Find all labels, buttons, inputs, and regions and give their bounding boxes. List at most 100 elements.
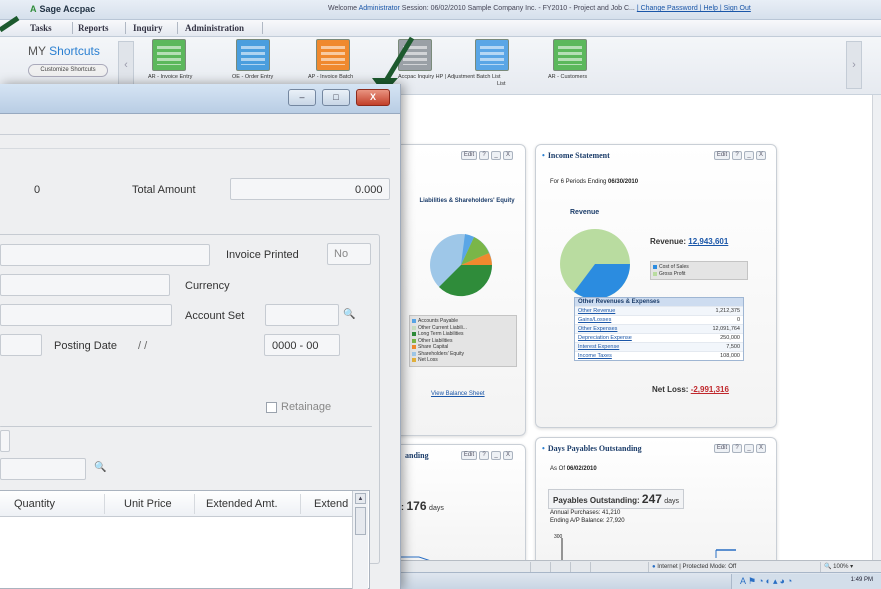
status-cell [570, 562, 590, 572]
invoice-printed-value: No [334, 248, 349, 260]
divider [0, 426, 372, 427]
col-divider [104, 494, 105, 514]
revenue-value-link[interactable]: 12,943,601 [688, 237, 728, 246]
widget-close-button[interactable]: X [503, 151, 513, 160]
minimize-button[interactable]: – [288, 89, 316, 106]
retainage-checkbox[interactable] [266, 402, 277, 413]
vendor-name-field[interactable] [0, 274, 170, 296]
tray-icons[interactable]: A⚑◔◐▴◕◔ [740, 576, 794, 587]
widget-help-button[interactable]: ? [732, 444, 742, 453]
revenue-stat: Revenue: 12,943,601 [650, 237, 729, 246]
legend-item: Net Loss [412, 357, 514, 364]
zoom-icon: 🔍 [824, 564, 832, 570]
grid-scrollbar[interactable]: ▲ [352, 491, 368, 589]
widget-help-button[interactable]: ? [479, 451, 489, 460]
bullet-icon: • [542, 444, 545, 453]
widget-close-button[interactable]: X [756, 444, 766, 453]
clock[interactable]: 1:49 PM [851, 577, 873, 583]
widget-edit-button[interactable]: Edit [461, 151, 477, 160]
scroll-up-icon[interactable]: ▲ [355, 493, 366, 504]
detail-grid: Quantity Unit Price Extended Amt. Extend… [0, 490, 370, 589]
zoom-level[interactable]: 🔍 100% ▾ [820, 562, 870, 572]
revenue-pie-chart [560, 229, 630, 299]
dso-stat: : 176 days [401, 499, 444, 513]
col-extended-amt[interactable]: Extended Amt. [206, 498, 278, 510]
widget-edit-button[interactable]: Edit [461, 451, 477, 460]
col-quantity[interactable]: Quantity [14, 498, 55, 510]
col-divider [194, 494, 195, 514]
invoice-printed-label: Invoice Printed [226, 249, 299, 261]
account-set-field[interactable] [265, 304, 339, 326]
document-date-field[interactable] [0, 334, 42, 356]
currency-label: Currency [185, 280, 230, 292]
windows-taskbar: A⚑◔◐▴◕◔ 1:49 PM [400, 572, 881, 589]
browser-statusbar: ● Internet | Protected Mode: Off 🔍 100% … [400, 560, 881, 572]
col-extended-cut[interactable]: Extend [314, 498, 348, 510]
posting-date-value[interactable]: / / [138, 340, 147, 352]
table-row: Depreciation Expense 250,000 [575, 333, 743, 342]
description-field[interactable] [0, 244, 210, 266]
divider [0, 134, 390, 135]
table-row: Interest Expense 7,500 [575, 342, 743, 351]
widget-edit-button[interactable]: Edit [714, 151, 730, 160]
page-scrollbar[interactable] [872, 95, 881, 560]
net-loss-value-link[interactable]: -2,991,316 [691, 385, 729, 394]
status-cell [550, 562, 570, 572]
legend-item: Gross Profit [653, 271, 745, 278]
grid-header: Quantity Unit Price Extended Amt. Extend [0, 491, 352, 517]
distribution-search-icon[interactable]: 🔍 [94, 462, 106, 473]
table-row: Gains/Losses 0 [575, 315, 743, 324]
year-period-value: 0000 - 00 [272, 340, 319, 352]
table-row: Other Revenue 1,212,375 [575, 306, 743, 315]
bullet-icon: • [542, 151, 545, 160]
status-cell [590, 562, 610, 572]
dpo-widget: • Days Payables Outstanding Edit ? _ X As… [535, 437, 777, 573]
widget-title: • Income Statement [542, 151, 610, 160]
divider [0, 148, 390, 149]
widget-edit-button[interactable]: Edit [714, 444, 730, 453]
widget-title: anding [405, 451, 429, 460]
widget-help-button[interactable]: ? [732, 151, 742, 160]
dpo-title: Days Payables Outstanding [547, 444, 642, 453]
payables-stat: Payables Outstanding: 247 days [548, 489, 684, 509]
distribution-field[interactable] [0, 458, 86, 480]
widget-minimize-button[interactable]: _ [744, 444, 754, 453]
arrow-down-icon [381, 36, 415, 86]
widget-minimize-button[interactable]: _ [491, 451, 501, 460]
balance-sheet-widget: Edit ? _ X Liabilities & Shareholders' E… [388, 144, 526, 436]
terms-field[interactable] [0, 430, 10, 452]
balance-legend: Accounts Payable Other Current Liabili..… [409, 315, 517, 367]
liabilities-pie-chart [430, 234, 493, 297]
scroll-thumb[interactable] [355, 507, 366, 535]
table-row: Other Expenses 12,091,764 [575, 324, 743, 333]
close-button[interactable]: X [356, 89, 390, 106]
arrow-left-icon [0, 15, 20, 33]
net-loss-stat: Net Loss: -2,991,316 [652, 385, 729, 394]
widget-close-button[interactable]: X [756, 151, 766, 160]
widget-minimize-button[interactable]: _ [491, 151, 501, 160]
table-title: Other Revenues & Expenses [575, 298, 743, 306]
annual-purchases: Annual Purchases: 41,210 [550, 510, 621, 516]
widget-help-button[interactable]: ? [479, 151, 489, 160]
widget-title: • Days Payables Outstanding [542, 444, 642, 453]
account-set-search-icon[interactable]: 🔍 [343, 309, 355, 320]
window-titlebar[interactable]: – □ X [0, 84, 400, 114]
revenue-legend: Cost of Sales Gross Profit [650, 261, 748, 280]
entry-count-value: 0 [34, 184, 41, 196]
remit-to-field[interactable] [0, 304, 172, 326]
total-amount-label: Total Amount [132, 184, 196, 196]
total-amount-value: 0.000 [355, 184, 383, 196]
col-unit-price[interactable]: Unit Price [124, 498, 172, 510]
security-zone[interactable]: ● Internet | Protected Mode: Off [648, 562, 796, 572]
invoice-entry-window: – □ X 0 Total Amount 0.000 Invoice Print… [0, 84, 401, 589]
income-statement-widget: • Income Statement Edit ? _ X For 6 Perio… [535, 144, 777, 428]
widget-minimize-button[interactable]: _ [744, 151, 754, 160]
other-revenues-table: Other Revenues & Expenses Other Revenue 1… [574, 297, 744, 361]
maximize-button[interactable]: □ [322, 89, 350, 106]
retainage-label: Retainage [281, 401, 332, 413]
period-label: For 6 Periods Ending 06/30/2010 [550, 179, 639, 185]
account-set-label: Account Set [185, 310, 245, 322]
chart-title: Liabilities & Shareholders' Equity [419, 198, 515, 204]
view-balance-sheet-link[interactable]: View Balance Sheet [431, 391, 485, 397]
widget-close-button[interactable]: X [503, 451, 513, 460]
